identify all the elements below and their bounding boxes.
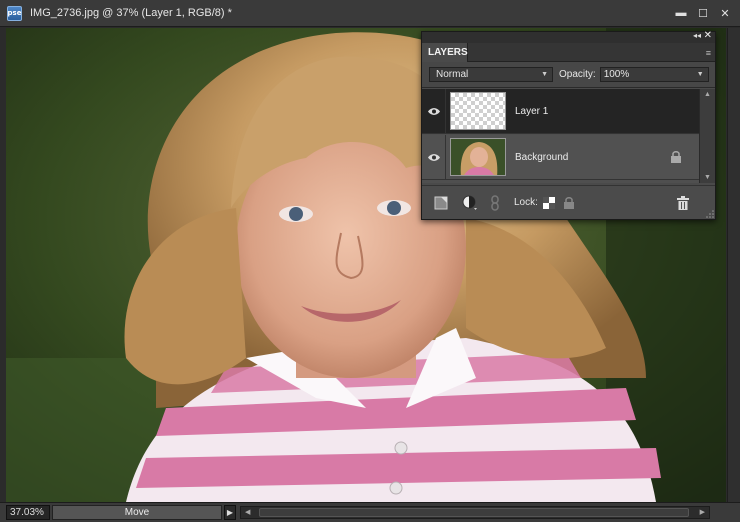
panel-menu-icon[interactable]: ≡ bbox=[706, 48, 711, 58]
new-layer-icon[interactable] bbox=[434, 194, 448, 212]
blend-mode-select[interactable]: Normal ▼ bbox=[429, 67, 553, 82]
tab-layers[interactable]: LAYERS bbox=[422, 43, 468, 62]
layer-list: Layer 1 Background bbox=[422, 88, 699, 183]
opacity-label: Opacity: bbox=[559, 69, 596, 80]
chevron-down-icon: ▼ bbox=[541, 71, 548, 78]
status-tool-text: Move bbox=[52, 505, 222, 520]
opacity-value: 100% bbox=[603, 69, 630, 80]
layer-name: Layer 1 bbox=[515, 105, 549, 117]
maximize-icon[interactable]: ☐ bbox=[696, 6, 710, 20]
panel-header-strip: ◂◂ ✕ bbox=[422, 30, 715, 43]
canvas-horizontal-scrollbar[interactable]: ◀ ▶ bbox=[240, 506, 710, 519]
layer-row-background[interactable]: Background bbox=[422, 134, 699, 180]
zoom-field[interactable]: 37.03% bbox=[6, 505, 50, 520]
layer-row-layer-1[interactable]: Layer 1 bbox=[422, 88, 699, 134]
layer-options-bar: Normal ▼ Opacity: 100% ▼ bbox=[422, 62, 715, 88]
layer-name: Background bbox=[515, 151, 569, 163]
layer-toolbar: Lock: bbox=[422, 185, 715, 219]
link-icon[interactable] bbox=[490, 194, 500, 212]
lock-all-icon[interactable] bbox=[563, 194, 575, 212]
eye-icon[interactable] bbox=[422, 88, 446, 134]
lock-label: Lock: bbox=[514, 197, 538, 208]
minimize-icon[interactable]: ▬ bbox=[674, 6, 688, 20]
resize-grip-icon[interactable] bbox=[706, 210, 714, 218]
layer-thumbnail bbox=[450, 92, 506, 130]
opacity-field[interactable]: 100% ▼ bbox=[599, 67, 709, 82]
layer-thumbnail bbox=[450, 138, 506, 176]
document-title-bar: pse IMG_2736.jpg @ 37% (Layer 1, RGB/8) … bbox=[0, 0, 740, 27]
window-controls: ▬ ☐ ✕ bbox=[674, 6, 732, 20]
layers-panel: ◂◂ ✕ LAYERS ≡ Normal ▼ Opacity: 100% ▼ L… bbox=[421, 30, 716, 220]
close-panel-icon[interactable]: ✕ bbox=[704, 30, 712, 41]
trash-icon[interactable] bbox=[676, 194, 689, 212]
lock-icon bbox=[670, 150, 682, 166]
canvas-vertical-scrollbar[interactable] bbox=[727, 28, 740, 502]
layer-list-scrollbar[interactable]: ▲ ▼ bbox=[699, 89, 715, 183]
collapse-panel-icon[interactable]: ◂◂ bbox=[693, 31, 701, 40]
status-bar: 37.03% Move ▶ ◀ ▶ bbox=[0, 502, 740, 522]
eye-icon[interactable] bbox=[422, 134, 446, 180]
adjustment-layer-icon[interactable] bbox=[462, 194, 478, 212]
lock-transparency-icon[interactable] bbox=[542, 194, 555, 212]
app-icon: pse bbox=[7, 5, 22, 21]
chevron-down-icon: ▼ bbox=[696, 71, 704, 78]
status-menu-arrow-icon[interactable]: ▶ bbox=[224, 505, 236, 520]
document-title: IMG_2736.jpg @ 37% (Layer 1, RGB/8) * bbox=[30, 7, 232, 19]
panel-tab-bar: LAYERS ≡ bbox=[422, 43, 715, 62]
scroll-thumb[interactable] bbox=[259, 508, 689, 517]
blend-mode-value: Normal bbox=[436, 69, 469, 80]
close-icon[interactable]: ✕ bbox=[718, 6, 732, 20]
